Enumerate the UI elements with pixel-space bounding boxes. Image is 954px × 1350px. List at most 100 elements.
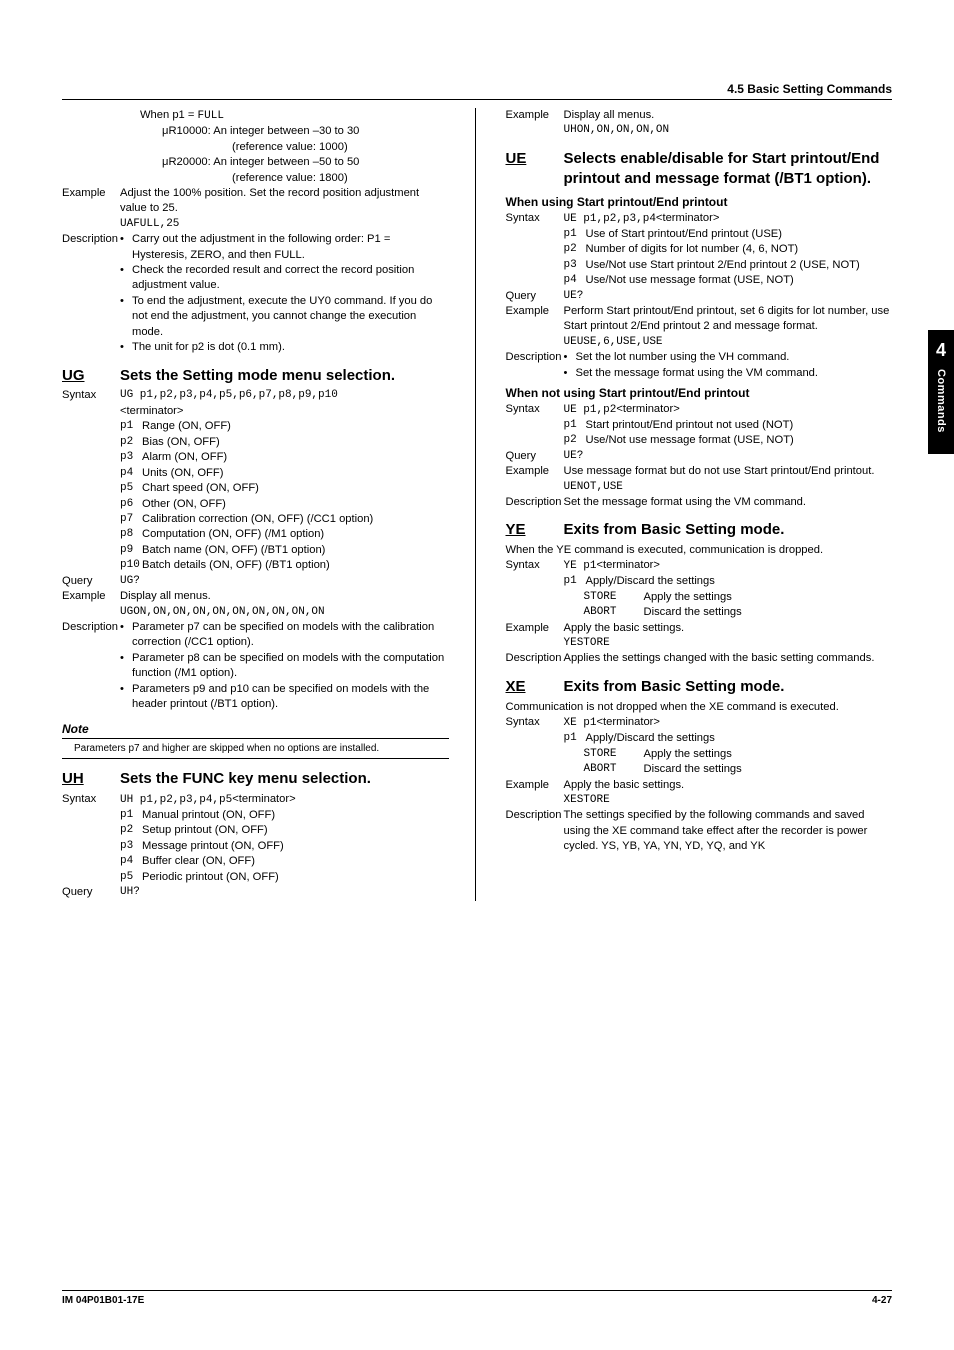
ug-title: Sets the Setting mode menu selection. — [120, 366, 449, 387]
ug-p8: Computation (ON, OFF) (/M1 option) — [142, 527, 449, 542]
ug-ex-txt: Display all menus. — [120, 589, 211, 604]
uh-p5: Periodic printout (ON, OFF) — [142, 870, 449, 885]
example-label: Example — [506, 778, 564, 793]
uh-ex-txt: Display all menus. — [564, 108, 655, 123]
desc-label: Description — [506, 808, 564, 854]
left-col: When p1 = FULL μR10000: An integer betwe… — [62, 108, 449, 901]
ye-syntax: YE p1 — [564, 560, 597, 572]
syntax-label: Syntax — [62, 388, 120, 403]
ue-p2: Number of digits for lot number (4, 6, N… — [586, 242, 893, 257]
r1ref: (reference value: 1000) — [232, 140, 449, 155]
ug-p7: Calibration correction (ON, OFF) (/CC1 o… — [142, 512, 449, 527]
example-label: Example — [506, 464, 564, 479]
ug-d3: Parameters p9 and p10 can be specified o… — [132, 682, 449, 713]
d4: The unit for p2 is dot (0.1 mm). — [132, 340, 449, 355]
ye-abort: ABORT — [584, 605, 644, 620]
syntax-label: Syntax — [506, 211, 564, 227]
xe-term: <terminator> — [597, 716, 660, 728]
ue-sub1: When using Start printout/End printout — [506, 194, 893, 211]
right-col: ExampleDisplay all menus. UHON,ON,ON,ON,… — [506, 108, 893, 901]
ue-p1: Use of Start printout/End printout (USE) — [586, 227, 893, 242]
r2: μR20000: An integer between –50 to 50 — [162, 155, 449, 170]
example-label: Example — [506, 108, 564, 123]
query-label: Query — [506, 449, 564, 464]
ug-heading: UG Sets the Setting mode menu selection. — [62, 366, 449, 387]
ue-d2: Set the message format using the VM comm… — [576, 366, 893, 381]
ue2-query: UE? — [564, 449, 584, 464]
uh-heading: UH Sets the FUNC key menu selection. — [62, 769, 449, 790]
ue2-ex-code: UENOT,USE — [564, 480, 893, 495]
ye-abort-txt: Discard the settings — [644, 605, 742, 620]
desc-label: Description — [62, 620, 120, 651]
ue-sub2: When not using Start printout/End printo… — [506, 385, 893, 402]
ex-code: UAFULL,25 — [120, 217, 449, 232]
ug-code: UG — [62, 366, 120, 387]
query-label: Query — [506, 289, 564, 304]
example-text: Adjust the 100% position. Set the record… — [120, 186, 449, 217]
footer: IM 04P01B01-17E 4-27 — [62, 1290, 892, 1306]
ug-p9: Batch name (ON, OFF) (/BT1 option) — [142, 543, 449, 558]
xe-abort: ABORT — [584, 762, 644, 777]
ue-query: UE? — [564, 289, 584, 304]
ue2-p2: Use/Not use message format (USE, NOT) — [586, 433, 893, 448]
when-full: When p1 = FULL — [140, 108, 449, 124]
xe-store: STORE — [584, 747, 644, 762]
syntax-label: Syntax — [506, 558, 564, 574]
d1: Carry out the adjustment in the followin… — [132, 232, 449, 263]
ue-p4: Use/Not use message format (USE, NOT) — [586, 273, 893, 288]
side-label: Commands — [935, 369, 947, 433]
ye-title: Exits from Basic Setting mode. — [564, 520, 893, 541]
ue2-term: <terminator> — [616, 403, 679, 415]
uh-term: <terminator> — [232, 793, 295, 805]
ue2-syntax: UE p1,p2 — [564, 404, 617, 416]
ue2-d: Set the message format using the VM comm… — [564, 495, 893, 510]
page: 4.5 Basic Setting Commands When p1 = FUL… — [0, 0, 954, 1350]
ye-ex-txt: Apply the basic settings. — [564, 621, 685, 636]
ug-p4: Units (ON, OFF) — [142, 466, 449, 481]
ug-term: <terminator> — [120, 404, 449, 419]
ue-p3: Use/Not use Start printout 2/End printou… — [586, 258, 893, 273]
columns: When p1 = FULL μR10000: An integer betwe… — [62, 108, 892, 901]
desc-label: Description — [62, 232, 120, 263]
ue-term: <terminator> — [656, 212, 719, 224]
note-head: Note — [62, 721, 449, 738]
ue-syntax: UE p1,p2,p3,p4 — [564, 213, 656, 225]
ug-p6: Other (ON, OFF) — [142, 497, 449, 512]
ue2-p1: Start printout/End printout not used (NO… — [586, 418, 893, 433]
example-label: Example — [62, 186, 120, 217]
ye-intro: When the YE command is executed, communi… — [506, 543, 893, 558]
xe-store-txt: Apply the settings — [644, 747, 732, 762]
side-tab: 4 Commands — [928, 330, 954, 454]
uh-code: UH — [62, 769, 120, 790]
ue-ex-code: UEUSE,6,USE,USE — [564, 335, 893, 350]
ug-p10: Batch details (ON, OFF) (/BT1 option) — [142, 558, 449, 573]
ue-d1: Set the lot number using the VH command. — [576, 350, 893, 365]
section-header: 4.5 Basic Setting Commands — [62, 82, 892, 100]
uh-query: UH? — [120, 885, 140, 900]
ug-d1: Parameter p7 can be specified on models … — [132, 620, 449, 651]
ug-p1: Range (ON, OFF) — [142, 419, 449, 434]
xe-abort-txt: Discard the settings — [644, 762, 742, 777]
uh-title: Sets the FUNC key menu selection. — [120, 769, 449, 790]
uh-p3: Message printout (ON, OFF) — [142, 839, 449, 854]
xe-title: Exits from Basic Setting mode. — [564, 677, 893, 698]
example-label: Example — [62, 589, 120, 604]
xe-p1: Apply/Discard the settings — [586, 731, 893, 746]
side-num: 4 — [936, 340, 946, 361]
ye-p1: Apply/Discard the settings — [586, 574, 893, 589]
xe-heading: XE Exits from Basic Setting mode. — [506, 677, 893, 698]
uh-syntax: UH p1,p2,p3,p4,p5 — [120, 794, 232, 806]
desc-label: Description — [506, 651, 564, 666]
ug-p5: Chart speed (ON, OFF) — [142, 481, 449, 496]
note-line-top — [62, 738, 449, 739]
ue2-ex-txt: Use message format but do not use Start … — [564, 464, 893, 479]
uh-p4: Buffer clear (ON, OFF) — [142, 854, 449, 869]
uh-ex-code: UHON,ON,ON,ON,ON — [564, 123, 893, 138]
ye-heading: YE Exits from Basic Setting mode. — [506, 520, 893, 541]
ue-title: Selects enable/disable for Start printou… — [564, 149, 893, 190]
syntax-label: Syntax — [506, 402, 564, 418]
ug-syntax: UG p1,p2,p3,p4,p5,p6,p7,p8,p9,p10 — [120, 388, 449, 403]
ug-p3: Alarm (ON, OFF) — [142, 450, 449, 465]
desc-label: Description — [506, 350, 564, 365]
xe-d: The settings specified by the following … — [564, 808, 893, 854]
